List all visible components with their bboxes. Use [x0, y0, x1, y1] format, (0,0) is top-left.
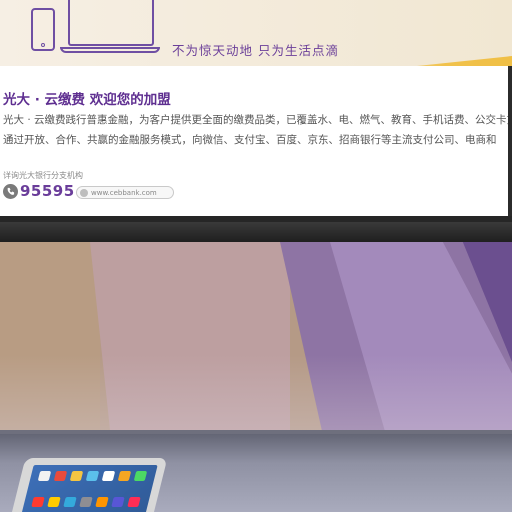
desk-edge — [0, 430, 512, 434]
promo-body-line: 通过开放、合作、共赢的金融服务模式，向微信、支付宝、百度、京东、招商银行等主流支… — [3, 134, 497, 146]
light-haze — [0, 242, 512, 430]
app-icon — [47, 497, 61, 507]
hotline-number[interactable]: 95595 — [20, 182, 75, 200]
top-banner: 不为惊天动地 只为生活点滴 — [0, 0, 512, 66]
monitor-bezel — [0, 222, 512, 242]
website-link[interactable]: www.cebbank.com — [76, 186, 174, 199]
tablet-screen — [18, 465, 158, 512]
tablet-device — [8, 458, 168, 512]
gold-stripe — [342, 56, 512, 66]
app-icon — [79, 497, 93, 507]
app-icon — [101, 471, 116, 481]
app-icon — [69, 471, 84, 481]
app-icon — [127, 497, 141, 507]
background-wall — [0, 242, 512, 430]
app-icon — [53, 471, 68, 481]
app-icon — [85, 471, 100, 481]
promo-headline: 光大 · 云缴费 欢迎您的加盟 — [3, 92, 171, 108]
banner-slogan: 不为惊天动地 只为生活点滴 — [172, 43, 339, 58]
monitor-bezel-right — [508, 66, 512, 222]
promo-body-line: 光大 · 云缴费践行普惠金融，为客户提供更全面的缴费品类，已覆盖水、电、燃气、教… — [3, 114, 512, 126]
app-icon — [37, 471, 52, 481]
website-url: www.cebbank.com — [91, 188, 157, 197]
app-icon — [63, 497, 77, 507]
app-icon — [111, 497, 125, 507]
promo-panel: 光大 · 云缴费 欢迎您的加盟 光大 · 云缴费践行普惠金融，为客户提供更全面的… — [0, 66, 512, 216]
hotline: 95595 — [3, 180, 75, 202]
laptop-icon — [68, 0, 154, 46]
telephone-icon — [3, 183, 18, 199]
laptop-base — [60, 47, 160, 53]
app-icon — [95, 497, 109, 507]
app-icon — [133, 471, 148, 481]
app-icon — [31, 497, 45, 507]
globe-icon — [80, 188, 88, 197]
phone-icon — [31, 8, 55, 51]
promo-body: 光大 · 云缴费践行普惠金融，为客户提供更全面的缴费品类，已覆盖水、电、燃气、教… — [3, 110, 512, 150]
app-icon — [117, 471, 132, 481]
